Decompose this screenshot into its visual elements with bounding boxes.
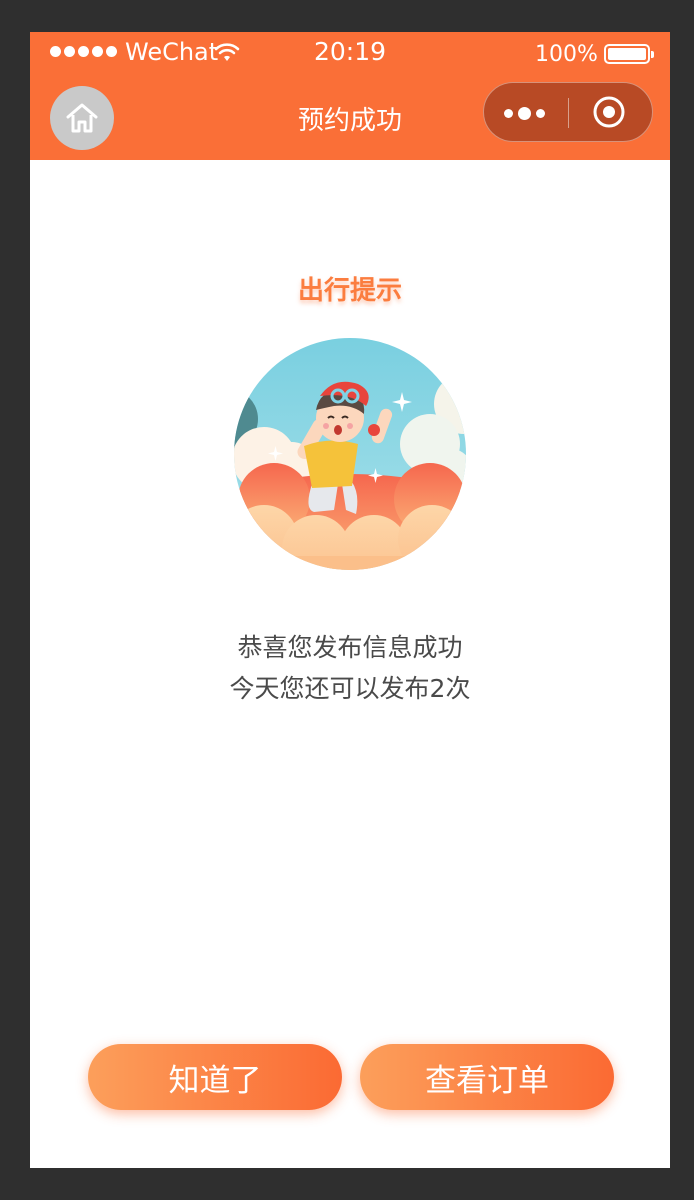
success-message: 恭喜您发布信息成功 (237, 633, 463, 662)
remaining-posts-message: 今天您还可以发布2次 (229, 674, 471, 703)
capsule-divider (568, 98, 569, 128)
status-bar: WeChat 20:19 100% (30, 32, 670, 76)
phone-screen: WeChat 20:19 100% 预约成功 出行提示 恭喜您发布信息成功 今天… (30, 32, 670, 1168)
tip-title: 出行提示 (297, 276, 402, 306)
mini-program-capsule (483, 82, 653, 142)
battery-percent: 100% (535, 42, 598, 67)
battery-icon (604, 44, 654, 64)
view-order-button[interactable]: 查看订单 (360, 1044, 614, 1110)
target-circle-icon[interactable] (592, 95, 626, 129)
got-it-button[interactable]: 知道了 (88, 1044, 342, 1110)
boy-on-clouds-illustration (234, 338, 466, 570)
navigation-bar: 预约成功 (30, 76, 670, 160)
more-dots-icon[interactable] (504, 107, 545, 120)
